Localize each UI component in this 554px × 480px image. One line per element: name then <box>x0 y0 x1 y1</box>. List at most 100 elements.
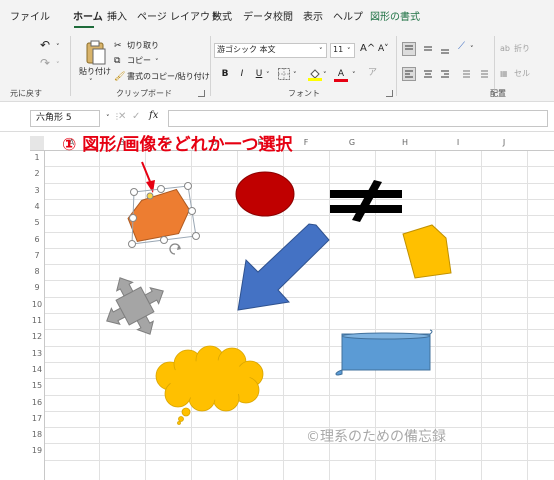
name-box-dropdown-icon[interactable]: ˅ <box>106 113 110 123</box>
row-header-10[interactable]: 10 <box>30 297 44 313</box>
font-launcher-icon[interactable] <box>386 90 393 97</box>
tab-file[interactable]: ファイル <box>10 12 50 24</box>
row-header-14[interactable]: 14 <box>30 362 44 378</box>
tab-data[interactable]: データ <box>243 12 273 24</box>
tab-review[interactable]: 校閲 <box>273 12 293 24</box>
clipboard-launcher-icon[interactable] <box>198 90 205 97</box>
tab-shape-format[interactable]: 図形の書式 <box>370 12 420 24</box>
font-color-icon[interactable]: A <box>334 67 348 82</box>
yellow-cloud-callout-shape[interactable] <box>148 345 268 425</box>
hexagon-shape-selected[interactable] <box>120 182 202 260</box>
fill-color-dropdown-icon[interactable]: ˅ <box>323 70 327 80</box>
row-header-12[interactable]: 12 <box>30 329 44 345</box>
ribbon: ↶ ˅ ↷ ˅ 元に戻す 貼り付け ˅ ✂ 切り取り ⧉ コピー ˅ 🖌 書式の… <box>0 30 554 102</box>
format-painter-button[interactable]: 書式のコピー/貼り付け <box>127 72 210 82</box>
column-header-g[interactable]: G <box>329 136 375 150</box>
row-header-15[interactable]: 15 <box>30 378 44 394</box>
row-header-8[interactable]: 8 <box>30 264 44 280</box>
fill-color-icon[interactable] <box>308 67 322 81</box>
align-top-icon[interactable] <box>402 42 416 56</box>
undo-icon[interactable]: ↶ <box>40 39 50 51</box>
red-circle-shape[interactable] <box>235 171 295 219</box>
orientation-dropdown-icon[interactable]: ˅ <box>470 44 474 54</box>
format-painter-icon: 🖌 <box>114 72 126 82</box>
row-header-4[interactable]: 4 <box>30 199 44 215</box>
merge-icon: ▦ <box>500 69 508 78</box>
tab-insert[interactable]: 挿入 <box>107 12 127 24</box>
font-group-label: フォント <box>288 89 320 98</box>
row-header-9[interactable]: 9 <box>30 280 44 296</box>
row-header-2[interactable]: 2 <box>30 166 44 182</box>
column-header-i[interactable]: I <box>435 136 481 150</box>
paste-dropdown-icon[interactable]: ˅ <box>89 77 93 87</box>
row-header-18[interactable]: 18 <box>30 427 44 443</box>
row-header-16[interactable]: 16 <box>30 395 44 411</box>
bold-button[interactable]: B <box>218 67 232 81</box>
orientation-icon[interactable]: ⟋ <box>458 42 465 52</box>
border-dropdown-icon[interactable]: ˅ <box>293 70 297 80</box>
row-header-5[interactable]: 5 <box>30 215 44 231</box>
row-gridline <box>44 378 554 380</box>
tab-home[interactable]: ホーム <box>73 12 103 24</box>
tab-formulas[interactable]: 数式 <box>212 12 232 24</box>
tab-view[interactable]: 表示 <box>303 12 323 24</box>
border-icon[interactable] <box>278 68 290 80</box>
row-header-17[interactable]: 17 <box>30 411 44 427</box>
align-middle-icon[interactable] <box>421 42 435 56</box>
tab-page-layout[interactable]: ページ レイアウト <box>137 12 220 24</box>
undo-dropdown-icon[interactable]: ˅ <box>56 42 60 52</box>
column-header-j[interactable]: J <box>481 136 527 150</box>
row-header-border <box>44 150 45 480</box>
row-gridline <box>44 166 554 168</box>
cancel-icon[interactable]: ✕ <box>118 112 126 122</box>
enter-icon[interactable]: ✓ <box>132 112 140 122</box>
row-header-11[interactable]: 11 <box>30 313 44 329</box>
alignment-group-label: 配置 <box>490 89 506 98</box>
shrink-font-button[interactable]: A˅ <box>378 44 389 54</box>
not-equal-shape[interactable] <box>328 180 404 222</box>
copy-dropdown-icon[interactable]: ˅ <box>155 57 159 67</box>
undo-group-label: 元に戻す <box>10 89 42 98</box>
font-color-dropdown-icon[interactable]: ˅ <box>352 70 356 80</box>
align-left-icon[interactable] <box>402 67 416 81</box>
merge-button[interactable]: セル <box>514 69 530 79</box>
grow-font-button[interactable]: A^ <box>360 44 375 54</box>
group-divider <box>210 36 211 96</box>
align-right-icon[interactable] <box>438 67 452 81</box>
font-size-select[interactable]: 11 ˅ <box>330 43 355 58</box>
column-gridline <box>481 150 482 480</box>
copy-button[interactable]: コピー <box>127 56 151 66</box>
redo-dropdown-icon[interactable]: ˅ <box>56 60 60 70</box>
formula-input[interactable] <box>168 110 548 127</box>
phonetic-icon[interactable]: ア <box>368 68 377 78</box>
align-center-icon[interactable] <box>421 67 435 81</box>
gray-four-way-arrow-shape[interactable] <box>99 274 171 338</box>
decrease-indent-icon[interactable] <box>458 67 472 81</box>
name-box[interactable]: 六角形 5 <box>30 110 100 127</box>
paste-button[interactable]: 貼り付け <box>79 67 111 77</box>
align-bottom-icon[interactable] <box>438 42 452 56</box>
row-header-3[interactable]: 3 <box>30 183 44 199</box>
cut-button[interactable]: 切り取り <box>127 41 159 51</box>
paste-icon[interactable] <box>84 40 106 66</box>
redo-icon[interactable]: ↷ <box>40 57 50 69</box>
row-header-6[interactable]: 6 <box>30 232 44 248</box>
tab-help[interactable]: ヘルプ <box>333 12 363 24</box>
italic-button[interactable]: I <box>235 67 249 81</box>
row-header-1[interactable]: 1 <box>30 150 44 166</box>
increase-indent-icon[interactable] <box>476 67 490 81</box>
insert-function-button[interactable]: fx <box>149 111 158 121</box>
font-name-select[interactable]: 游ゴシック 本文 ˅ <box>214 43 327 58</box>
yellow-pentagon-shape[interactable] <box>400 222 458 280</box>
scissors-icon: ✂ <box>114 41 122 51</box>
row-header-7[interactable]: 7 <box>30 248 44 264</box>
column-header-h[interactable]: H <box>375 136 435 150</box>
wrap-text-button[interactable]: 折り <box>514 44 530 54</box>
underline-button[interactable]: U <box>252 67 266 81</box>
blue-arrow-shape[interactable] <box>234 223 330 312</box>
row-header-19[interactable]: 19 <box>30 443 44 459</box>
select-all-corner[interactable] <box>30 136 44 150</box>
underline-dropdown-icon[interactable]: ˅ <box>266 70 270 80</box>
row-header-13[interactable]: 13 <box>30 346 44 362</box>
blue-scroll-shape[interactable] <box>335 329 434 376</box>
